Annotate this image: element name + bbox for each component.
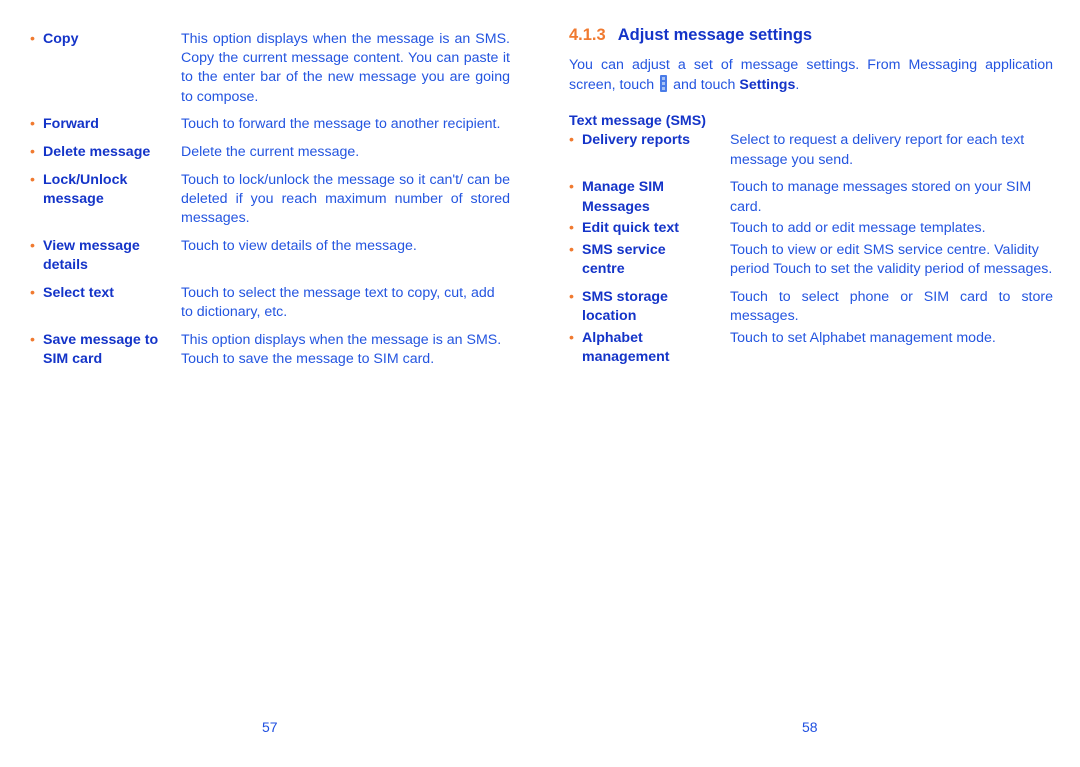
intro-paragraph: You can adjust a set of message settings… — [569, 56, 1053, 95]
item-term: Edit quick text — [569, 219, 730, 238]
item-term: Copy — [30, 30, 181, 107]
item-description: Touch to select phone or SIM card to sto… — [730, 288, 1053, 325]
subheading: Text message (SMS) — [569, 113, 706, 130]
settings-list: Delivery reports Select to request a del… — [569, 131, 1053, 367]
right-page: 4.1.3 Adjust message settings You can adj… — [569, 24, 1053, 370]
page-number-right: 58 — [802, 719, 818, 735]
item-description: This option displays when the message is… — [181, 31, 510, 105]
item-description: Touch to set Alphabet management mode. — [730, 329, 996, 346]
item-term: View message details — [30, 237, 163, 275]
list-item: Lock/Unlock message Touch to lock/unlock… — [30, 171, 510, 229]
item-description: Touch to select the message text to copy… — [181, 284, 495, 320]
item-term: Delivery reports — [569, 131, 730, 169]
item-description: Touch to manage messages stored on your … — [730, 179, 1032, 215]
section-heading: 4.1.3 Adjust message settings — [569, 24, 1053, 46]
list-item: Copy This option displays when the messa… — [30, 30, 510, 107]
list-item: Edit quick text Touch to add or edit mes… — [569, 219, 1053, 238]
list-item: Forward Touch to forward the message to … — [30, 115, 510, 134]
list-item: Alphabet management Touch to set Alphabe… — [569, 329, 1053, 367]
list-item: SMS service centre Touch to view or edit… — [569, 241, 1053, 279]
settings-label: Settings — [739, 77, 796, 94]
intro-end: . — [795, 77, 800, 94]
item-term: Delete message — [30, 143, 181, 162]
list-item: View message details Touch to view detai… — [30, 237, 510, 275]
intro-text: You can adjust a set of message settings… — [569, 57, 1053, 94]
item-term: Save message to SIM card — [30, 331, 173, 369]
menu-icon — [660, 75, 668, 93]
list-item: SMS storage location Touch to select pho… — [569, 288, 1053, 326]
list-item: Save message to SIM card This option dis… — [30, 331, 510, 369]
item-description: Touch to view details of the message. — [181, 237, 417, 254]
page-number-left: 57 — [262, 719, 278, 735]
item-description: Touch to forward the message to another … — [181, 116, 501, 133]
item-term: Select text — [30, 284, 181, 322]
section-title: Adjust message settings — [617, 26, 813, 44]
item-term: Manage SIM Messages — [569, 178, 692, 216]
left-page: Copy This option displays when the messa… — [30, 30, 510, 378]
item-description: Delete the current message. — [181, 144, 360, 161]
list-item: Delivery reports Select to request a del… — [569, 131, 1053, 169]
list-item: Manage SIM Messages Touch to manage mess… — [569, 178, 1053, 216]
item-term: Alphabet management — [569, 329, 692, 367]
item-term: SMS storage location — [569, 288, 692, 326]
intro-text-after: and touch — [673, 77, 736, 94]
list-item: Select text Touch to select the message … — [30, 284, 510, 322]
item-description: Touch to add or edit message templates. — [730, 220, 986, 237]
item-description: Select to request a delivery report for … — [730, 132, 1025, 168]
section-number: 4.1.3 — [569, 26, 606, 44]
option-list: Copy This option displays when the messa… — [30, 30, 510, 369]
item-term: Forward — [30, 115, 181, 134]
item-term: SMS service centre — [569, 241, 692, 279]
item-description: This option displays when the message is… — [181, 331, 502, 367]
item-description: Touch to lock/unlock the message so it c… — [181, 171, 510, 227]
list-item: Delete message Delete the current messag… — [30, 143, 510, 162]
item-term: Lock/Unlock message — [30, 171, 163, 229]
item-description: Touch to view or edit SMS service centre… — [730, 241, 1053, 278]
